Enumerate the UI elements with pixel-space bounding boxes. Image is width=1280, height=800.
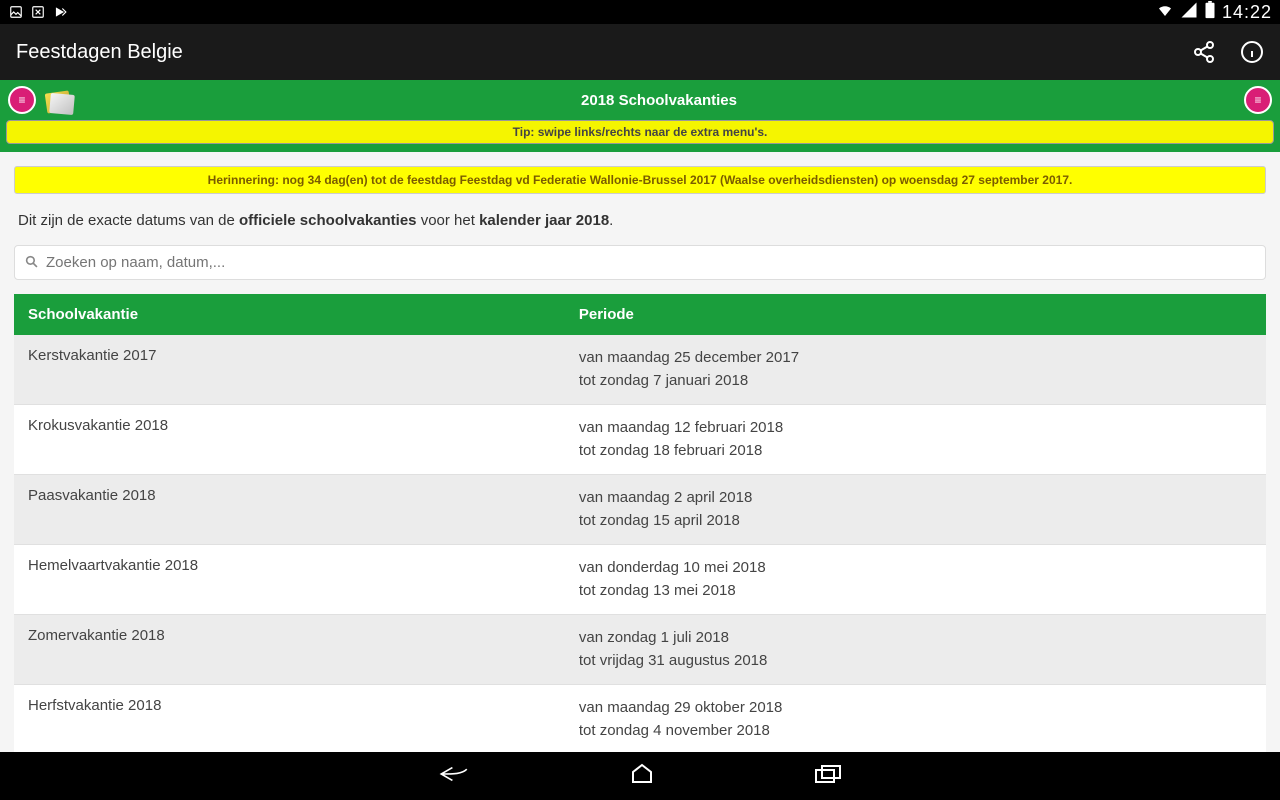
home-button[interactable] [630,762,654,791]
play-icon [52,4,68,20]
table-row[interactable]: Hemelvaartvakantie 2018van donderdag 10 … [14,545,1266,615]
table-header-name: Schoolvakantie [14,294,565,335]
image-remove-icon [30,4,46,20]
action-bar: Feestdagen Belgie [0,24,1280,80]
table-row[interactable]: Paasvakantie 2018van maandag 2 april 201… [14,475,1266,545]
intro-suffix: . [609,212,613,229]
vacation-period: van maandag 12 februari 2018tot zondag 1… [565,405,1266,475]
menu-icon: ≡ [1254,93,1261,107]
content-area: Herinnering: nog 34 dag(en) tot de feest… [0,152,1280,752]
vacation-period: van zondag 1 juli 2018tot vrijdag 31 aug… [565,615,1266,685]
table-row[interactable]: Zomervakantie 2018van zondag 1 juli 2018… [14,615,1266,685]
battery-icon [1204,1,1216,24]
tip-bar: Tip: swipe links/rechts naar de extra me… [6,120,1274,144]
recents-button[interactable] [814,764,842,789]
calendar-icon [42,86,74,114]
intro-mid: voor het [417,212,480,229]
share-icon[interactable] [1192,40,1216,64]
vacation-period: van maandag 29 oktober 2018tot zondag 4 … [565,685,1266,753]
back-button[interactable] [438,762,470,791]
vacation-name: Hemelvaartvakantie 2018 [14,545,565,615]
intro-text: Dit zijn de exacte datums van de officie… [0,208,1280,245]
vacation-period: van maandag 25 december 2017tot zondag 7… [565,335,1266,405]
intro-prefix: Dit zijn de exacte datums van de [18,212,239,229]
vacation-period: van maandag 2 april 2018tot zondag 15 ap… [565,475,1266,545]
table-row[interactable]: Krokusvakantie 2018van maandag 12 februa… [14,405,1266,475]
vacation-name: Krokusvakantie 2018 [14,405,565,475]
info-icon[interactable] [1240,40,1264,64]
wifi-icon [1156,1,1174,24]
intro-bold1: officiele schoolvakanties [239,212,417,229]
table-row[interactable]: Herfstvakantie 2018van maandag 29 oktobe… [14,685,1266,753]
table-row[interactable]: Kerstvakantie 2017van maandag 25 decembe… [14,335,1266,405]
vacation-name: Kerstvakantie 2017 [14,335,565,405]
page-header: ≡ 2018 Schoolvakanties ≡ [0,80,1280,120]
reminder-bar: Herinnering: nog 34 dag(en) tot de feest… [14,166,1266,194]
vacation-period: van donderdag 10 mei 2018tot zondag 13 m… [565,545,1266,615]
vacation-name: Paasvakantie 2018 [14,475,565,545]
app-title: Feestdagen Belgie [16,41,183,64]
signal-icon [1180,1,1198,24]
menu-right-button[interactable]: ≡ [1244,86,1272,114]
intro-bold2: kalender jaar 2018 [479,212,609,229]
table-header-period: Periode [565,294,1266,335]
search-input[interactable] [46,254,1255,271]
image-icon [8,4,24,20]
vacation-name: Zomervakantie 2018 [14,615,565,685]
menu-left-button[interactable]: ≡ [8,86,36,114]
system-nav-bar [0,752,1280,800]
page-title: 2018 Schoolvakanties [74,92,1244,109]
search-icon [25,255,38,271]
vacation-name: Herfstvakantie 2018 [14,685,565,753]
status-bar: 14:22 [0,0,1280,24]
status-time: 14:22 [1222,2,1272,23]
search-box[interactable] [14,245,1266,280]
vacation-table: Schoolvakantie Periode Kerstvakantie 201… [14,294,1266,752]
menu-icon: ≡ [18,93,25,107]
